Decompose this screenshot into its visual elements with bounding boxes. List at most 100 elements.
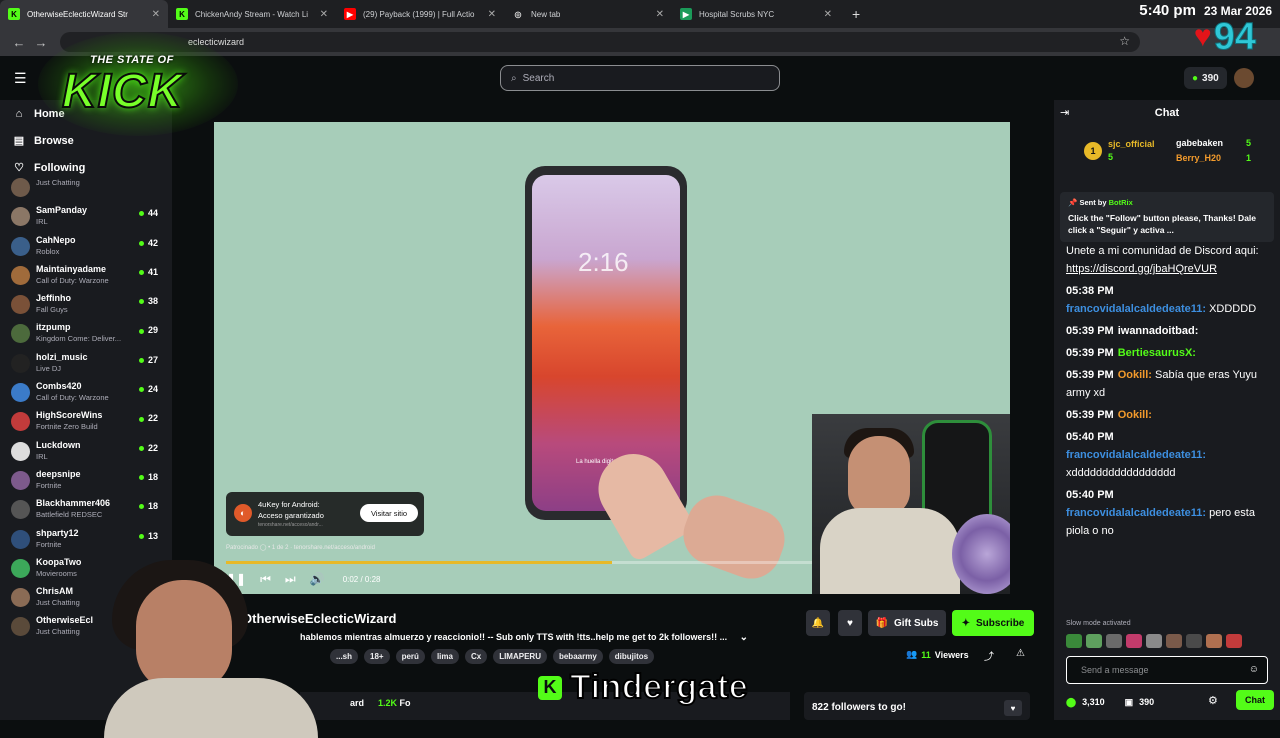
stream-tag[interactable]: 18+ — [364, 649, 390, 664]
stream-tag[interactable]: dibujitos — [608, 649, 655, 664]
emote-icon[interactable] — [1066, 634, 1082, 648]
sidebar-channel[interactable]: CahNepo Roblox 42 — [0, 232, 172, 261]
gifter-name[interactable]: sjc_official — [1108, 139, 1155, 149]
gifter-name[interactable]: gabebaken — [1176, 138, 1223, 148]
channel-category: Fortnite Zero Build — [36, 422, 98, 432]
emote-icon[interactable] — [1146, 634, 1162, 648]
viewers-number: 11 — [921, 649, 931, 660]
close-tab-icon[interactable]: ✕ — [320, 9, 328, 20]
heart-icon: ♥ — [1193, 20, 1212, 53]
sidebar-channel[interactable]: holzi_music Live DJ 27 — [0, 349, 172, 378]
browser-tab-5[interactable]: ▶ Hospital Scrubs NYC ✕ — [672, 0, 840, 28]
emote-icon[interactable] — [1126, 634, 1142, 648]
gifter-count: 5 — [1108, 152, 1114, 162]
browser-tab-4[interactable]: ◎ New tab ✕ — [504, 0, 672, 28]
user-avatar[interactable] — [1234, 68, 1254, 88]
hamburger-menu-icon[interactable]: ☰ — [14, 70, 27, 87]
channel-avatar — [11, 441, 30, 461]
sidebar-channel[interactable]: itzpump Kingdom Come: Deliver... 29 — [0, 319, 172, 348]
channel-avatar — [11, 588, 30, 608]
pinned-message[interactable]: 📌 Sent by BotRix Click the "Follow" butt… — [1060, 192, 1274, 242]
back-arrow-icon[interactable]: ← — [8, 35, 30, 50]
sidebar-channel[interactable]: SamPanday IRL 44 — [0, 202, 172, 231]
emote-icon[interactable] — [1206, 634, 1222, 648]
report-flag-icon[interactable]: ⚠ — [1016, 648, 1025, 659]
channel-avatar — [11, 236, 30, 256]
emote-icon[interactable] — [1226, 634, 1242, 648]
channel-category: Fortnite — [36, 480, 62, 490]
follow-heart-icon[interactable]: ♥ — [1004, 700, 1022, 716]
overlay-heart-counter: ♥ 94 — [1193, 18, 1257, 57]
notification-bell-button[interactable]: 🔔 — [806, 610, 830, 636]
sidebar-channel[interactable]: HighScoreWins Fortnite Zero Build 22 — [0, 407, 172, 436]
channel-avatar — [11, 207, 30, 227]
message-username[interactable]: Ookill: — [1118, 369, 1152, 381]
chat-settings-icon[interactable]: ⚙ — [1208, 694, 1218, 707]
emote-icon[interactable] — [1106, 634, 1122, 648]
message-username[interactable]: BertiesaurusX: — [1118, 347, 1196, 359]
video-ad-overlay[interactable]: ◐ 4uKey for Android: Acceso garantizado … — [226, 492, 424, 536]
viewer-count: 👥 11 Viewers — [906, 649, 969, 660]
channel-viewer-count: 18 — [139, 472, 158, 482]
message-username[interactable]: Ookill: — [1118, 409, 1152, 421]
kick-points-badge[interactable]: ● 390 — [1184, 67, 1227, 89]
message-username[interactable]: francovidalalcaldedeate11: — [1066, 303, 1206, 315]
close-tab-icon[interactable]: ✕ — [488, 9, 496, 20]
message-username[interactable]: francovidalalcaldedeate11: — [1066, 449, 1206, 461]
chat-panel: ⇥ Chat 1 sjc_official 5 gabebaken 5 Berr… — [1054, 100, 1280, 720]
ad-subtitle: Acceso garantizado — [258, 511, 324, 520]
chat-message-input[interactable]: Send a message ☺ — [1066, 656, 1268, 684]
message-username[interactable]: iwannadoitbad: — [1118, 325, 1199, 337]
stream-tag[interactable]: LIMAPERU — [493, 649, 547, 664]
sidebar-channel[interactable]: Just Chatting — [0, 173, 172, 202]
chat-message: 05:39 PM Ookill: Sabía que eras Yuyu army… — [1066, 366, 1274, 402]
search-placeholder: Search — [522, 72, 555, 84]
channel-avatar — [11, 617, 30, 637]
close-tab-icon[interactable]: ✕ — [152, 9, 160, 20]
emote-icon[interactable] — [1166, 634, 1182, 648]
kick-logo-icon: K — [538, 675, 562, 700]
stream-tag[interactable]: lima — [430, 649, 459, 664]
points-icon: ● — [1192, 72, 1199, 84]
rank-badge-icon: 1 — [1084, 142, 1102, 160]
chat-input-placeholder: Send a message — [1081, 665, 1149, 675]
new-tab-icon[interactable]: + — [852, 6, 860, 22]
share-icon[interactable]: ⤴ — [984, 648, 994, 663]
sidebar-channel[interactable]: deepsnipe Fortnite 18 — [0, 466, 172, 495]
send-chat-button[interactable]: Chat — [1236, 690, 1274, 710]
gift-subs-button[interactable]: 🎁 Gift Subs — [868, 610, 946, 636]
message-username[interactable]: francovidalalcaldedeate11: — [1066, 507, 1206, 519]
emoji-picker-icon[interactable]: ☺ — [1249, 664, 1259, 675]
emote-icon[interactable] — [1086, 634, 1102, 648]
emote-icon[interactable] — [1186, 634, 1202, 648]
search-input[interactable]: ⌕ Search — [500, 65, 780, 91]
follow-heart-button[interactable]: ♥ — [838, 610, 862, 636]
sidebar-channel[interactable]: Blackhammer406 Battlefield REDSEC 18 — [0, 495, 172, 524]
tab-label: New tab — [531, 9, 561, 19]
message-link[interactable]: https://discord.gg/jbaHQreVUR — [1066, 263, 1217, 275]
sidebar-channel[interactable]: Jeffinho Fall Guys 38 — [0, 290, 172, 319]
message-timestamp: 05:40 PM — [1066, 431, 1114, 443]
close-tab-icon[interactable]: ✕ — [824, 9, 832, 20]
message-timestamp: 05:39 PM — [1066, 325, 1114, 337]
gift-icon: ▣ — [1124, 696, 1134, 707]
chevron-down-icon[interactable]: ⌄ — [740, 632, 748, 643]
stream-tag[interactable]: bebaarmy — [552, 649, 603, 664]
chat-message: 05:39 PM Ookill: — [1066, 406, 1274, 424]
stream-tag[interactable]: perú — [395, 649, 425, 664]
sidebar-channel[interactable]: Luckdown IRL 22 — [0, 437, 172, 466]
bookmark-star-icon[interactable]: ☆ — [1119, 34, 1130, 48]
browser-tab-3[interactable]: ▶ (29) Payback (1999) | Full Actio ✕ — [336, 0, 504, 28]
visit-site-button[interactable]: Visitar sitio — [360, 504, 418, 522]
stream-tag[interactable]: Cx — [464, 649, 488, 664]
channel-viewer-count: 44 — [139, 208, 158, 218]
sidebar-channel[interactable]: Combs420 Call of Duty: Warzone 24 — [0, 378, 172, 407]
profile-followers: 1.2K Fo — [378, 698, 411, 708]
sidebar-channel[interactable]: Maintainyadame Call of Duty: Warzone 41 — [0, 261, 172, 290]
channel-category: Just Chatting — [36, 178, 80, 187]
subscribe-button[interactable]: ✦ Subscribe — [952, 610, 1034, 636]
youtube-favicon-icon: ▶ — [344, 8, 356, 20]
gifter-name[interactable]: Berry_H20 — [1176, 153, 1221, 163]
close-tab-icon[interactable]: ✕ — [656, 9, 664, 20]
message-text: XDDDDD — [1209, 303, 1257, 315]
